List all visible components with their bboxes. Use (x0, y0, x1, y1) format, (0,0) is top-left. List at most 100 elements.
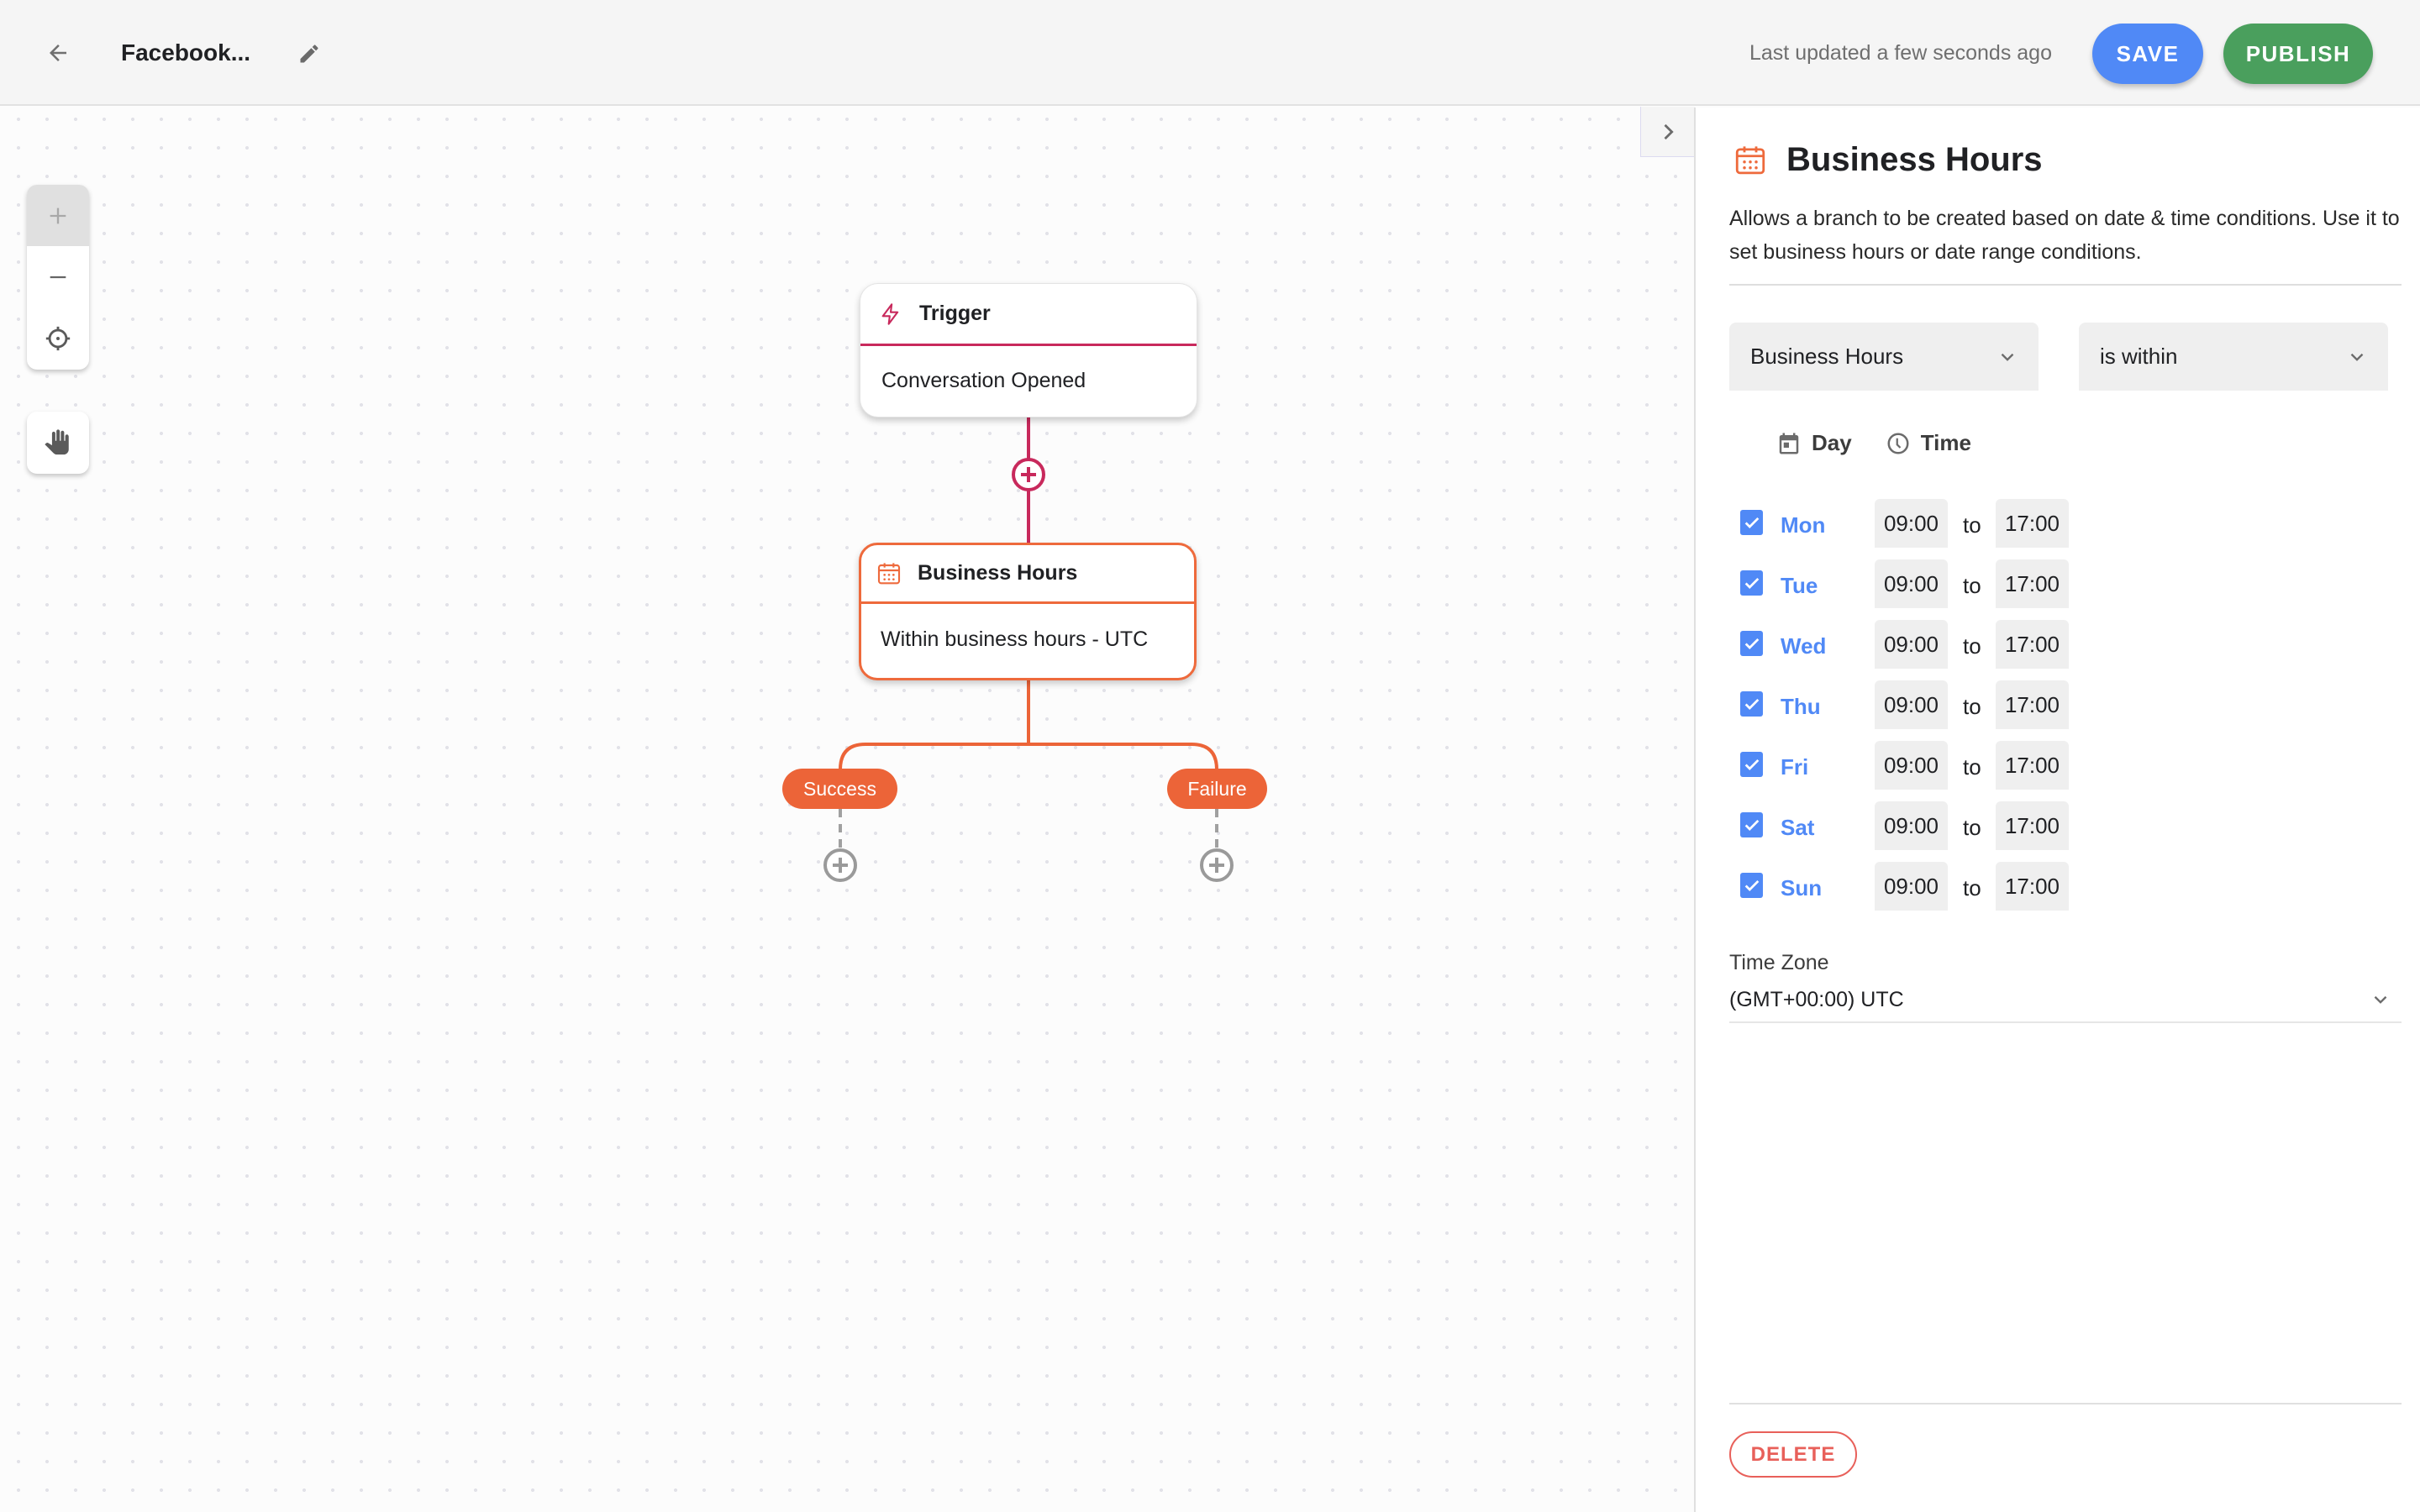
end-time-input[interactable]: 17:00 (1996, 499, 2069, 548)
day-label[interactable]: Thu (1781, 694, 1821, 720)
pencil-icon (300, 45, 318, 63)
business-hours-node-body: Within business hours - UTC (881, 627, 1149, 651)
minus-icon (50, 276, 66, 278)
start-time-input[interactable]: 09:00 (1875, 620, 1948, 669)
end-time-input[interactable]: 17:00 (1996, 680, 2069, 729)
publish-button[interactable]: PUBLISH (2223, 24, 2373, 84)
day-label[interactable]: Mon (1781, 512, 1825, 538)
add-failure-step-button[interactable] (1199, 848, 1234, 883)
time-column-header: Time (1886, 430, 1971, 456)
to-label: to (1963, 633, 1981, 659)
failure-branch-label[interactable]: Failure (1167, 769, 1267, 809)
trigger-node-body: Conversation Opened (881, 368, 1086, 392)
day-row: Tue 09:00 to 17:00 (1696, 559, 2368, 608)
start-time-input[interactable]: 09:00 (1875, 559, 1948, 608)
to-label: to (1963, 512, 1981, 538)
timezone-label: Time Zone (1729, 951, 1829, 974)
start-time-input[interactable]: 09:00 (1875, 680, 1948, 729)
condition-type-value: Business Hours (1750, 344, 1904, 369)
to-label: to (1963, 875, 1981, 900)
day-column-label: Day (1812, 430, 1852, 455)
trigger-node-header: Trigger (860, 284, 1197, 346)
divider (1729, 1403, 2402, 1404)
end-time-input[interactable]: 17:00 (1996, 559, 2069, 608)
flow-connectors (839, 417, 1218, 848)
plus-circle-icon (1012, 458, 1045, 491)
add-step-button[interactable] (1011, 457, 1046, 492)
divider (1729, 284, 2402, 286)
time-column-label: Time (1920, 430, 1971, 455)
zoom-in-button[interactable] (27, 185, 89, 246)
panel-title: Business Hours (1786, 141, 2043, 178)
day-checkbox[interactable] (1740, 570, 1763, 596)
end-time-input[interactable]: 17:00 (1996, 741, 2069, 790)
panel-description: Allows a branch to be created based on d… (1729, 207, 2400, 264)
clock-icon (1887, 433, 1909, 454)
day-label[interactable]: Fri (1781, 754, 1808, 780)
hand-icon (45, 429, 69, 455)
calendar-icon (876, 560, 902, 587)
day-row: Fri 09:00 to 17:00 (1696, 741, 2368, 790)
flow-canvas[interactable]: Trigger Conversation Opened Business Hou… (0, 108, 1694, 1512)
edit-title-button[interactable] (291, 35, 328, 72)
back-button[interactable] (37, 32, 79, 74)
lightning-icon (877, 301, 904, 328)
day-checkbox[interactable] (1740, 873, 1763, 898)
business-hours-node-title: Business Hours (918, 561, 1078, 585)
chevron-down-icon (2001, 353, 2014, 361)
business-hours-node[interactable]: Business Hours Within business hours - U… (859, 543, 1197, 680)
end-time-input[interactable]: 17:00 (1996, 862, 2069, 911)
flow-title: Facebook... (121, 39, 251, 66)
day-row: Mon 09:00 to 17:00 (1696, 499, 2368, 548)
checkmark-icon (1744, 577, 1759, 589)
end-time-input[interactable]: 17:00 (1996, 620, 2069, 669)
day-checkbox[interactable] (1740, 691, 1763, 717)
plus-circle-icon (823, 848, 857, 882)
collapse-panel-button[interactable] (1640, 107, 1695, 157)
start-time-input[interactable]: 09:00 (1875, 741, 1948, 790)
timezone-select[interactable]: (GMT+00:00) UTC (1729, 978, 2402, 1023)
fit-view-button[interactable] (27, 307, 89, 369)
calendar-day-icon (1779, 433, 1799, 454)
success-branch-line (839, 743, 1028, 770)
day-label[interactable]: Wed (1781, 633, 1826, 659)
pan-tool-button[interactable] (27, 412, 89, 474)
trigger-node-title: Trigger (919, 302, 991, 325)
end-time-input[interactable]: 17:00 (1996, 801, 2069, 850)
start-time-input[interactable]: 09:00 (1875, 862, 1948, 911)
checkmark-icon (1744, 698, 1759, 710)
trigger-node[interactable]: Trigger Conversation Opened (860, 283, 1197, 417)
to-label: to (1963, 573, 1981, 598)
day-row: Sun 09:00 to 17:00 (1696, 862, 2368, 911)
day-label[interactable]: Sat (1781, 815, 1814, 841)
day-label[interactable]: Sun (1781, 875, 1822, 901)
add-success-step-button[interactable] (823, 848, 858, 883)
save-button[interactable]: SAVE (2092, 24, 2203, 84)
panel-header: Business Hours (1733, 141, 2043, 179)
day-checkbox[interactable] (1740, 631, 1763, 656)
operator-select[interactable]: is within (2079, 323, 2388, 391)
day-label[interactable]: Tue (1781, 573, 1818, 599)
success-branch-label[interactable]: Success (782, 769, 897, 809)
day-checkbox[interactable] (1740, 812, 1763, 837)
day-checkbox[interactable] (1740, 510, 1763, 535)
chevron-down-icon (2374, 995, 2387, 1004)
checkmark-icon (1744, 517, 1759, 528)
timezone-value: (GMT+00:00) UTC (1729, 987, 1904, 1011)
checkmark-icon (1744, 879, 1759, 891)
calendar-icon (1733, 143, 1768, 178)
zoom-out-button[interactable] (27, 246, 89, 307)
start-time-input[interactable]: 09:00 (1875, 499, 1948, 548)
checkmark-icon (1744, 638, 1759, 649)
to-label: to (1963, 694, 1981, 719)
start-time-input[interactable]: 09:00 (1875, 801, 1948, 850)
to-label: to (1963, 754, 1981, 780)
delete-node-button[interactable]: DELETE (1729, 1431, 1857, 1478)
day-row: Sat 09:00 to 17:00 (1696, 801, 2368, 850)
node-settings-panel: Business Hours Allows a branch to be cre… (1694, 108, 2420, 1512)
condition-type-select[interactable]: Business Hours (1729, 323, 2039, 391)
business-hours-node-header: Business Hours (861, 545, 1194, 604)
day-column-header: Day (1776, 430, 1852, 456)
top-bar: Facebook... Last updated a few seconds a… (0, 0, 2420, 106)
day-checkbox[interactable] (1740, 752, 1763, 777)
